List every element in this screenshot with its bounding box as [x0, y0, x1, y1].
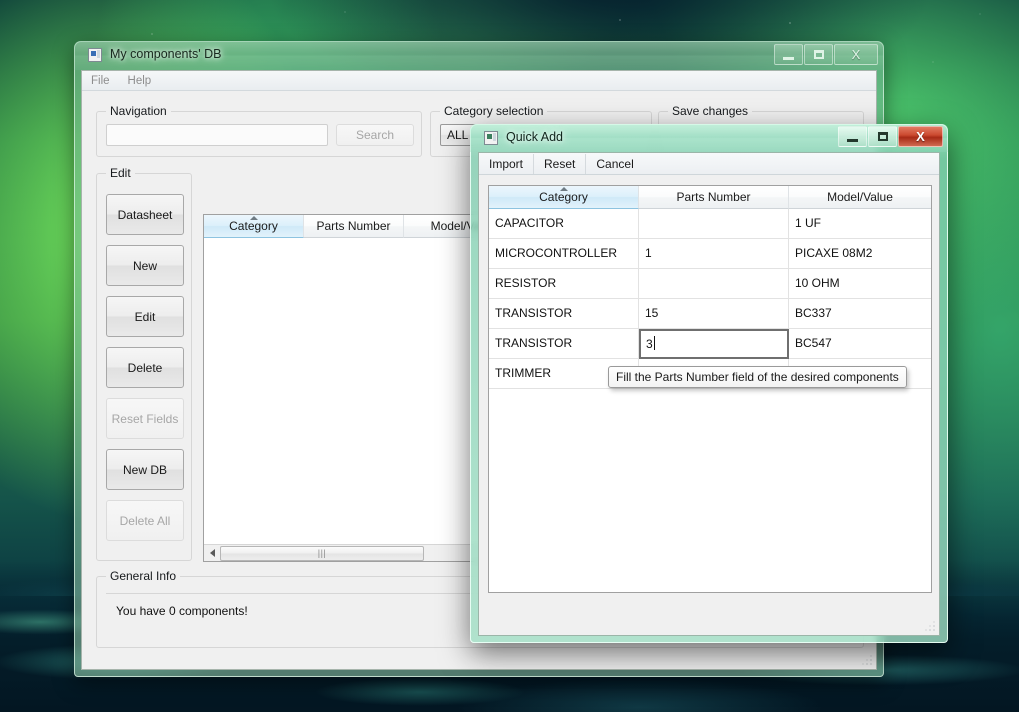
cell-model-value: BC337	[789, 299, 931, 329]
quick-add-titlebar[interactable]: Quick Add X	[470, 124, 948, 152]
close-icon: X	[916, 130, 925, 143]
column-header-category-label: Category	[539, 190, 588, 204]
text-caret	[654, 336, 655, 350]
minimize-icon	[783, 57, 794, 60]
cell-category: RESISTOR	[489, 269, 639, 299]
cell-parts-number[interactable]	[639, 209, 789, 239]
column-header-parts-number[interactable]: Parts Number	[639, 186, 789, 209]
delete-all-button[interactable]: Delete All	[106, 500, 184, 541]
menu-item-file[interactable]: File	[82, 72, 119, 90]
menu-item-help[interactable]: Help	[119, 72, 161, 90]
quick-add-grid[interactable]: Category Parts Number Model/Value CAPACI…	[488, 185, 932, 593]
minimize-button[interactable]	[838, 126, 867, 147]
column-header-parts-number[interactable]: Parts Number	[304, 215, 404, 238]
general-info-text: You have 0 components!	[116, 604, 248, 618]
maximize-icon	[814, 50, 824, 59]
hscroll-grip-label: |||	[318, 549, 327, 558]
maximize-button[interactable]	[804, 44, 833, 65]
cell-category: TRANSISTOR	[489, 329, 639, 359]
delete-button[interactable]: Delete	[106, 347, 184, 388]
cell-model-value: 10 OHM	[789, 269, 931, 299]
menu-item-reset[interactable]: Reset	[534, 154, 586, 174]
quick-add-title: Quick Add	[506, 130, 563, 144]
main-window-caption-buttons: X	[773, 44, 878, 65]
sort-ascending-icon	[250, 216, 258, 220]
cell-model-value: 1 UF	[789, 209, 931, 239]
hscroll-thumb[interactable]: |||	[220, 546, 424, 561]
table-row[interactable]: MICROCONTROLLER 1 PICAXE 08M2	[489, 239, 931, 269]
app-icon	[484, 131, 498, 145]
column-header-category[interactable]: Category	[489, 186, 639, 209]
minimize-button[interactable]	[774, 44, 803, 65]
column-header-parts-number-label: Parts Number	[316, 219, 390, 233]
quick-add-grid-header: Category Parts Number Model/Value	[489, 186, 931, 209]
hscroll-left-button[interactable]	[204, 546, 220, 561]
navigation-groupbox: Navigation Search	[96, 111, 422, 157]
cell-parts-number[interactable]: 15	[639, 299, 789, 329]
cell-model-value: BC547	[789, 329, 931, 359]
general-info-legend: General Info	[106, 569, 180, 583]
close-icon: X	[852, 48, 861, 61]
datasheet-button[interactable]: Datasheet	[106, 194, 184, 235]
menu-item-import[interactable]: Import	[479, 154, 534, 174]
cell-model-value: PICAXE 08M2	[789, 239, 931, 269]
category-select-value: ALL	[447, 128, 468, 142]
maximize-button[interactable]	[868, 126, 897, 147]
close-button[interactable]: X	[898, 126, 943, 147]
table-row[interactable]: TRANSISTOR 3 BC547	[489, 329, 931, 359]
navigation-legend: Navigation	[106, 104, 171, 118]
search-input[interactable]	[106, 124, 328, 146]
new-button[interactable]: New	[106, 245, 184, 286]
cell-parts-number[interactable]	[639, 269, 789, 299]
maximize-icon	[878, 132, 888, 141]
quick-add-client: Import Reset Cancel Category Parts Numbe…	[478, 152, 940, 636]
cell-editor-value: 3	[646, 337, 653, 351]
app-icon	[88, 48, 102, 62]
cell-parts-number-editor[interactable]: 3	[639, 329, 789, 359]
sort-ascending-icon	[560, 187, 568, 191]
column-header-category-label: Category	[229, 219, 278, 233]
column-header-category[interactable]: Category	[204, 215, 304, 238]
main-menubar[interactable]: File Help	[82, 71, 876, 91]
column-header-model-value-label: Model/Value	[827, 190, 893, 204]
quick-add-menubar[interactable]: Import Reset Cancel	[479, 153, 939, 175]
reset-fields-button[interactable]: Reset Fields	[106, 398, 184, 439]
save-changes-legend: Save changes	[668, 104, 752, 118]
edit-groupbox: Edit Datasheet New Edit Delete Reset Fie…	[96, 173, 192, 561]
cell-category: CAPACITOR	[489, 209, 639, 239]
search-button[interactable]: Search	[336, 124, 414, 146]
main-window-titlebar[interactable]: My components' DB X	[74, 41, 884, 70]
minimize-icon	[847, 139, 858, 142]
edit-legend: Edit	[106, 166, 135, 180]
quick-add-resize-grip[interactable]	[925, 621, 937, 633]
category-selection-legend: Category selection	[440, 104, 547, 118]
quick-add-caption-buttons: X	[837, 126, 943, 147]
edit-button[interactable]: Edit	[106, 296, 184, 337]
table-row[interactable]: TRANSISTOR 15 BC337	[489, 299, 931, 329]
cell-category: MICROCONTROLLER	[489, 239, 639, 269]
table-row[interactable]: CAPACITOR 1 UF	[489, 209, 931, 239]
cell-category: TRANSISTOR	[489, 299, 639, 329]
column-header-model-value[interactable]: Model/Value	[789, 186, 931, 209]
main-window-resize-grip[interactable]	[862, 655, 874, 667]
menu-item-cancel[interactable]: Cancel	[586, 154, 643, 174]
quick-add-window[interactable]: Quick Add X Import Reset Cancel Category…	[470, 124, 948, 643]
left-arrow-icon	[210, 549, 215, 557]
parts-number-tooltip: Fill the Parts Number field of the desir…	[608, 366, 907, 388]
close-button[interactable]: X	[834, 44, 878, 65]
main-window-title: My components' DB	[110, 47, 221, 61]
column-header-parts-number-label: Parts Number	[676, 190, 750, 204]
cell-parts-number[interactable]: 1	[639, 239, 789, 269]
table-row[interactable]: RESISTOR 10 OHM	[489, 269, 931, 299]
new-db-button[interactable]: New DB	[106, 449, 184, 490]
